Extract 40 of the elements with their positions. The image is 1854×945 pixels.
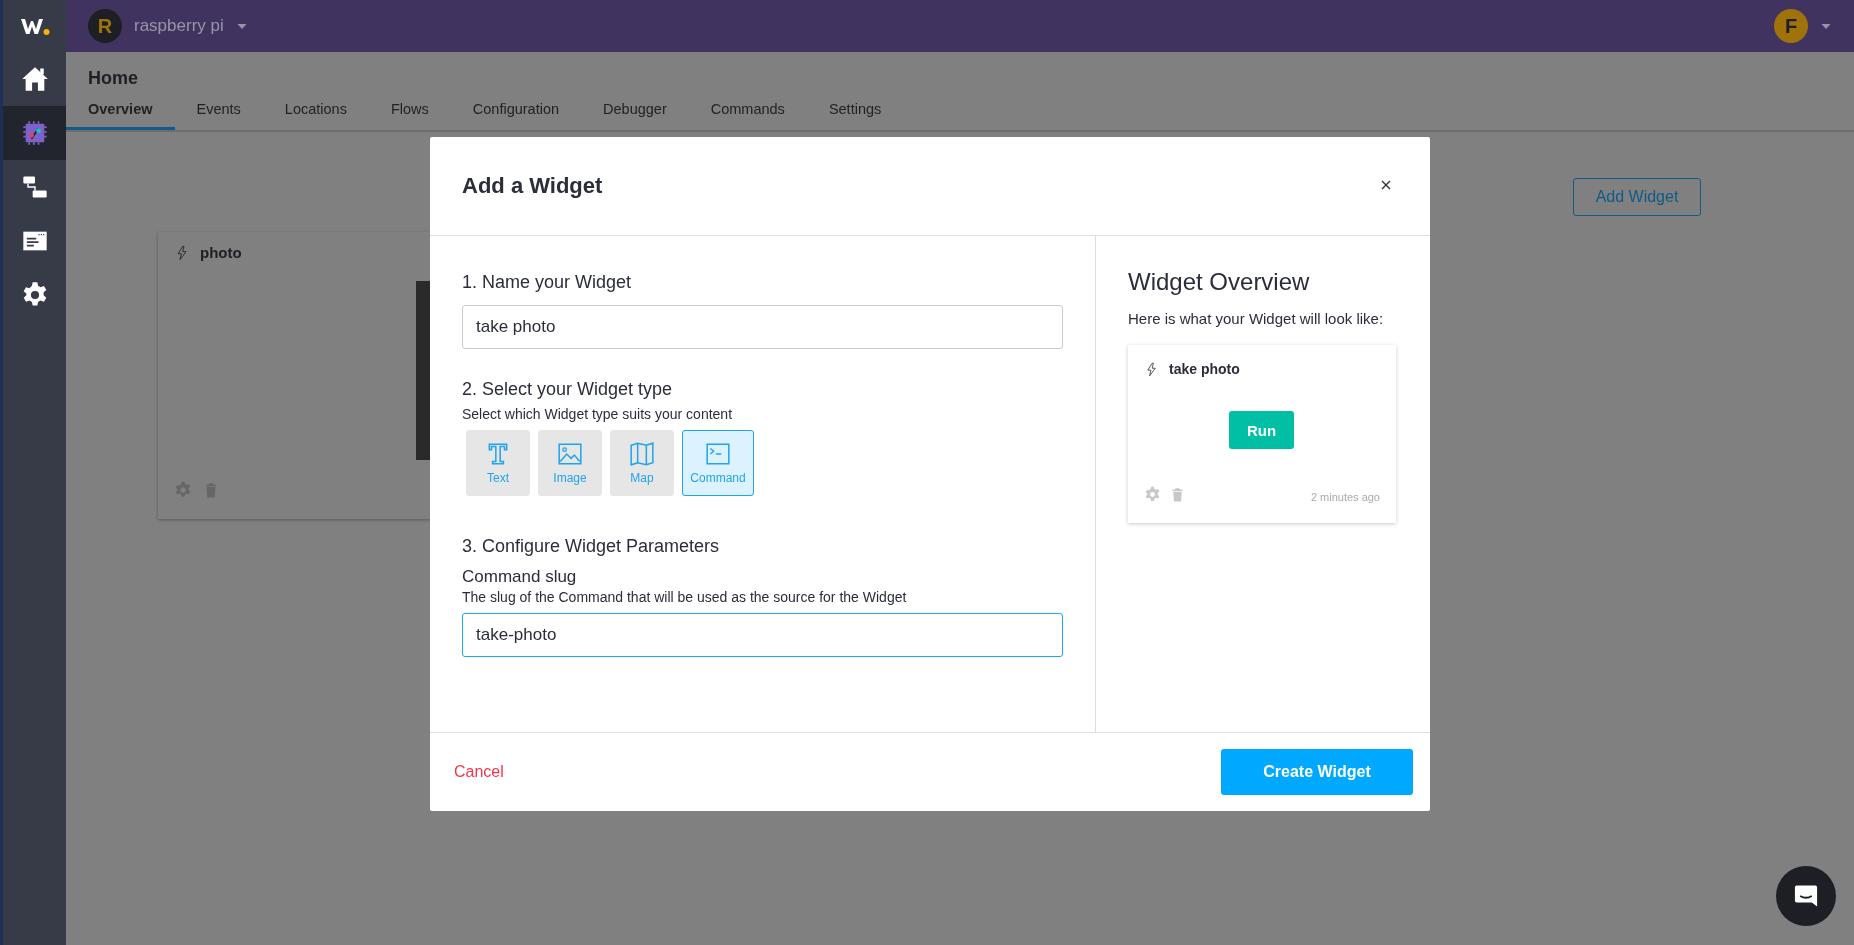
step-heading: 2. Select your Widget type: [462, 379, 674, 400]
overview-text: Here is what your Widget will look like:: [1128, 309, 1385, 329]
name-field[interactable]: take photo: [462, 305, 1063, 349]
create-widget-button[interactable]: Create Widget: [1221, 749, 1413, 795]
tab[interactable]: Overview: [66, 101, 175, 130]
hint-text: The slug of the Command that will be used as the source for the Widget: [462, 589, 908, 605]
widget-type-option[interactable]: Text: [466, 430, 530, 496]
field-label: Command slug: [462, 567, 578, 587]
tab[interactable]: Flows: [390, 101, 451, 130]
cancel-button[interactable]: Cancel: [454, 763, 504, 781]
run-button[interactable]: Run: [1229, 411, 1294, 449]
tab[interactable]: Configuration: [472, 101, 582, 130]
tab[interactable]: Debugger: [603, 101, 689, 130]
user-avatar[interactable]: F: [1774, 9, 1808, 43]
slug-field[interactable]: take-photo: [462, 613, 1063, 657]
tab[interactable]: Locations: [284, 101, 369, 130]
timestamp: 2 minutes ago: [1310, 491, 1380, 503]
widget-title: take photo: [1169, 361, 1240, 377]
home-icon: [20, 65, 49, 93]
lightning-icon: [1144, 361, 1159, 377]
step-heading: 3. Configure Widget Parameters: [462, 536, 721, 557]
map-icon: [629, 441, 655, 467]
chip-icon: [20, 119, 49, 147]
tab[interactable]: Settings: [828, 101, 904, 130]
project-avatar: R: [88, 9, 122, 43]
dialog-title: Add a Widget: [462, 173, 604, 199]
terminal-icon: [705, 441, 731, 467]
project-name[interactable]: raspberry pi: [134, 16, 224, 36]
widget-type-option[interactable]: Image: [538, 430, 602, 496]
widget-type-option[interactable]: Map: [610, 430, 674, 496]
lightning-icon: [174, 244, 190, 261]
widget-title: photo: [200, 244, 242, 261]
tab[interactable]: Commands: [710, 101, 807, 130]
hint-text: Select which Widget type suits your content: [462, 406, 734, 422]
picture-icon: [557, 441, 583, 467]
page-title: Home: [88, 68, 139, 89]
step-heading: 1. Name your Widget: [462, 272, 633, 293]
widget-type-option[interactable]: Command: [682, 430, 754, 496]
overview-heading: Widget Overview: [1128, 268, 1311, 296]
tab[interactable]: Events: [196, 101, 263, 130]
